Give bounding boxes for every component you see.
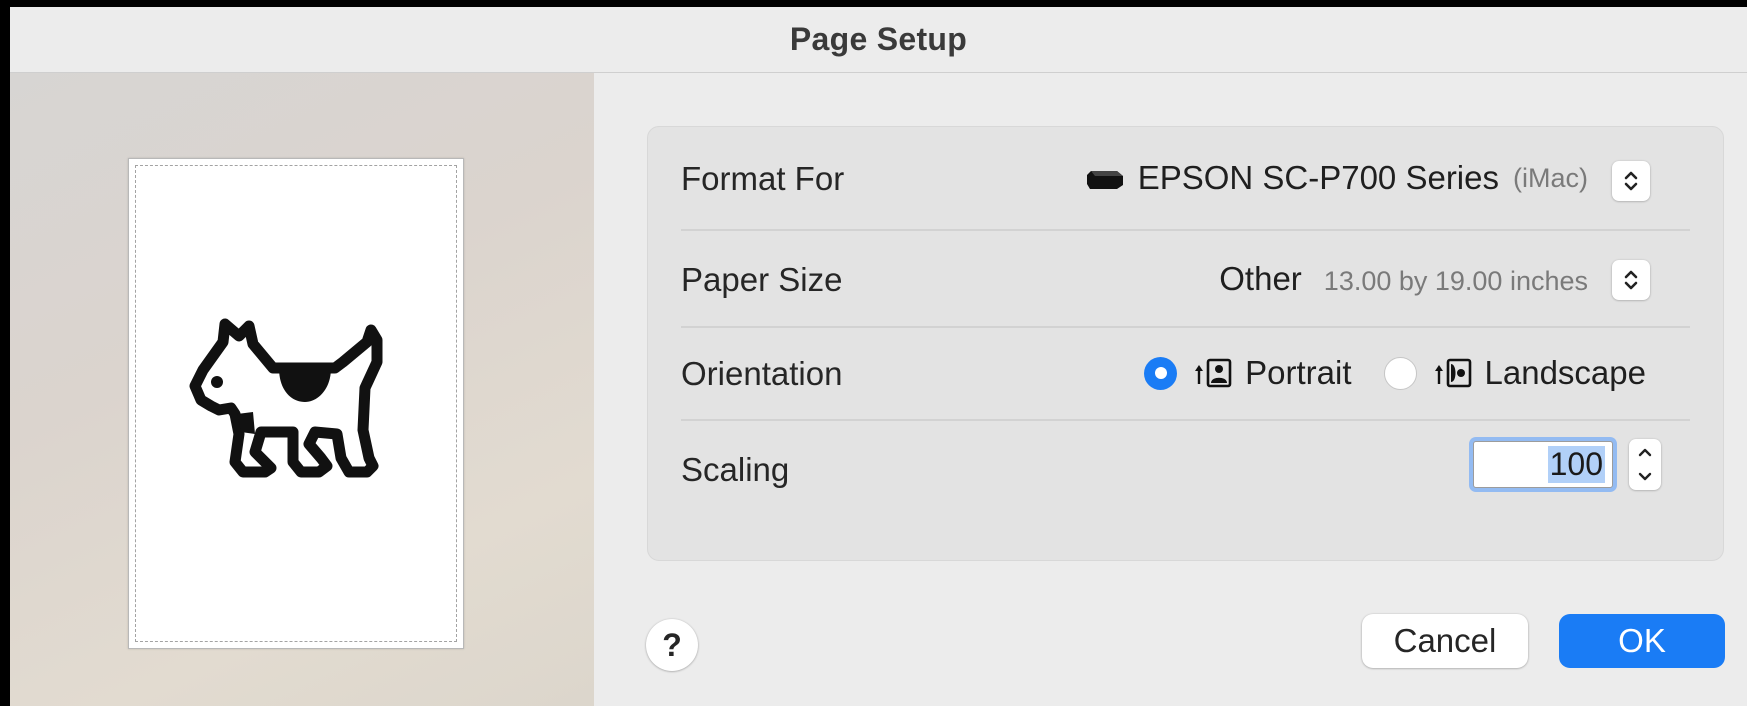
page-preview-pane <box>10 73 594 706</box>
chevron-up-down-icon <box>1624 171 1638 191</box>
scaling-label: Scaling <box>681 451 790 488</box>
orientation-label: Orientation <box>681 355 843 392</box>
portrait-radio[interactable] <box>1144 356 1178 390</box>
chevron-up-down-icon <box>1624 270 1638 290</box>
dialog-title: Page Setup <box>789 21 968 57</box>
paper-size-popup-button[interactable] <box>1612 260 1650 300</box>
printer-name: EPSON SC-P700 Series <box>1137 159 1499 196</box>
scaling-value: 100 <box>1547 446 1605 483</box>
paper-size-value[interactable]: Other 13.00 by 19.00 inches <box>1219 260 1588 298</box>
printer-host: (iMac) <box>1513 162 1588 193</box>
portrait-orientation-icon <box>1195 358 1232 388</box>
portrait-label[interactable]: Portrait <box>1245 354 1351 392</box>
format-for-row: Format For EPSON SC-P700 Series (iMac) <box>681 127 1690 231</box>
format-for-label: Format For <box>681 160 845 197</box>
chevron-down-icon[interactable] <box>1638 472 1652 482</box>
help-button[interactable]: ? <box>646 619 698 671</box>
orientation-row: Orientation Portrait Landscape <box>681 328 1690 421</box>
landscape-radio[interactable] <box>1383 356 1417 390</box>
chevron-up-icon[interactable] <box>1638 447 1652 457</box>
paper-preview <box>128 158 464 649</box>
dogcow-icon <box>189 316 403 488</box>
landscape-orientation-icon <box>1434 358 1471 388</box>
settings-panel: Format For EPSON SC-P700 Series (iMac) P… <box>647 126 1724 561</box>
scaling-stepper[interactable] <box>1629 439 1661 490</box>
format-for-value[interactable]: EPSON SC-P700 Series (iMac) <box>1086 159 1588 197</box>
cancel-button[interactable]: Cancel <box>1362 614 1528 668</box>
page-setup-dialog: Page Setup Format For EPSON SC-P700 Seri… <box>10 7 1747 706</box>
paper-size-row: Paper Size Other 13.00 by 19.00 inches <box>681 229 1690 328</box>
paper-size-name: Other <box>1219 260 1302 297</box>
format-for-popup-button[interactable] <box>1612 161 1650 201</box>
landscape-label[interactable]: Landscape <box>1485 354 1646 392</box>
paper-size-label: Paper Size <box>681 261 843 298</box>
title-bar: Page Setup <box>10 7 1747 73</box>
ok-button[interactable]: OK <box>1559 614 1725 668</box>
orientation-radio-group: Portrait Landscape <box>1144 354 1646 392</box>
printer-icon <box>1086 171 1123 189</box>
paper-size-dimensions: 13.00 by 19.00 inches <box>1323 266 1588 296</box>
scaling-row: Scaling 100 <box>681 421 1690 518</box>
scaling-input[interactable]: 100 <box>1473 441 1613 488</box>
